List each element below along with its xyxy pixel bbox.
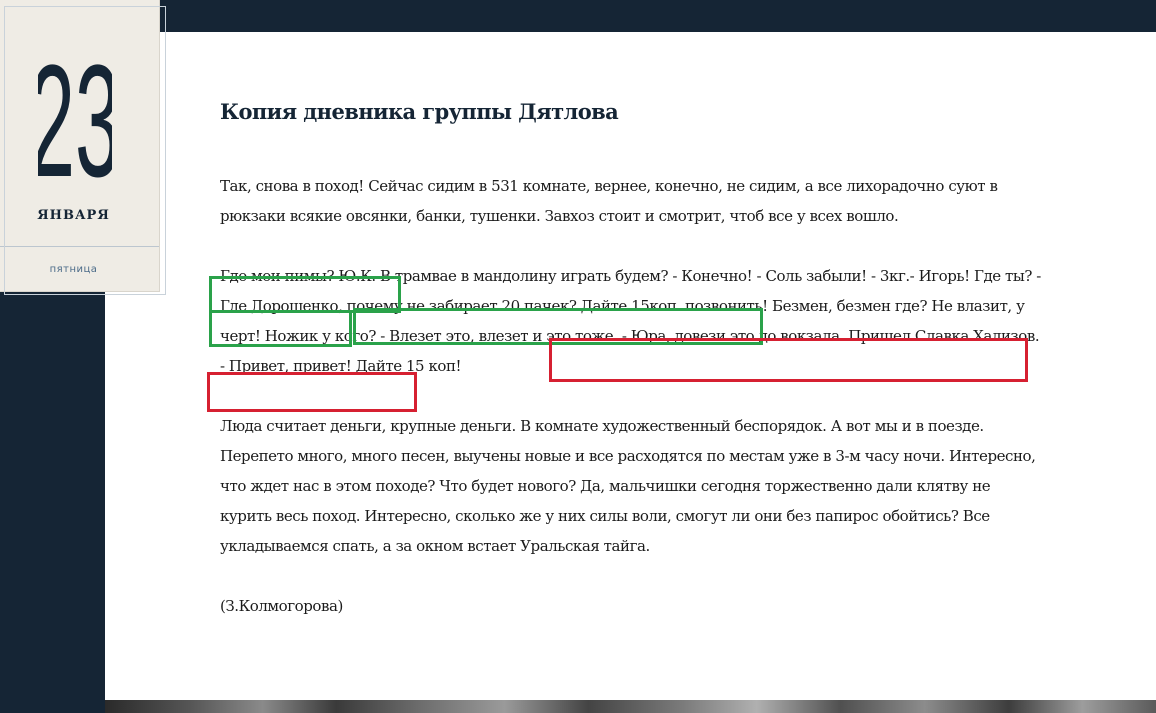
top-dark-strip	[0, 0, 1156, 32]
diary-article: Копия дневника группы Дятлова Так, снова…	[220, 97, 1045, 621]
day-number-text: 23	[38, 31, 112, 195]
article-title: Копия дневника группы Дятлова	[220, 99, 619, 124]
weekday-link[interactable]: пятница	[0, 264, 147, 275]
paragraph-1: Так, снова в поход! Сейчас сидим в 531 к…	[220, 177, 998, 225]
month-label: ЯНВАРЯ	[37, 208, 110, 223]
day-number: 23	[38, 20, 112, 195]
card-divider	[0, 246, 159, 247]
day-number-glyphs: 23	[38, 31, 112, 195]
paragraph-3: Люда считает деньги, крупные деньги. В к…	[220, 417, 1036, 555]
signature: (З.Колмогорова)	[220, 597, 343, 615]
bottom-photo-strip	[105, 700, 1156, 713]
paragraph-2: Где мои пимы? Ю.К. В трамвае в мандолину…	[220, 267, 1041, 375]
date-card: 23 ЯНВАРЯ пятница	[0, 0, 159, 291]
